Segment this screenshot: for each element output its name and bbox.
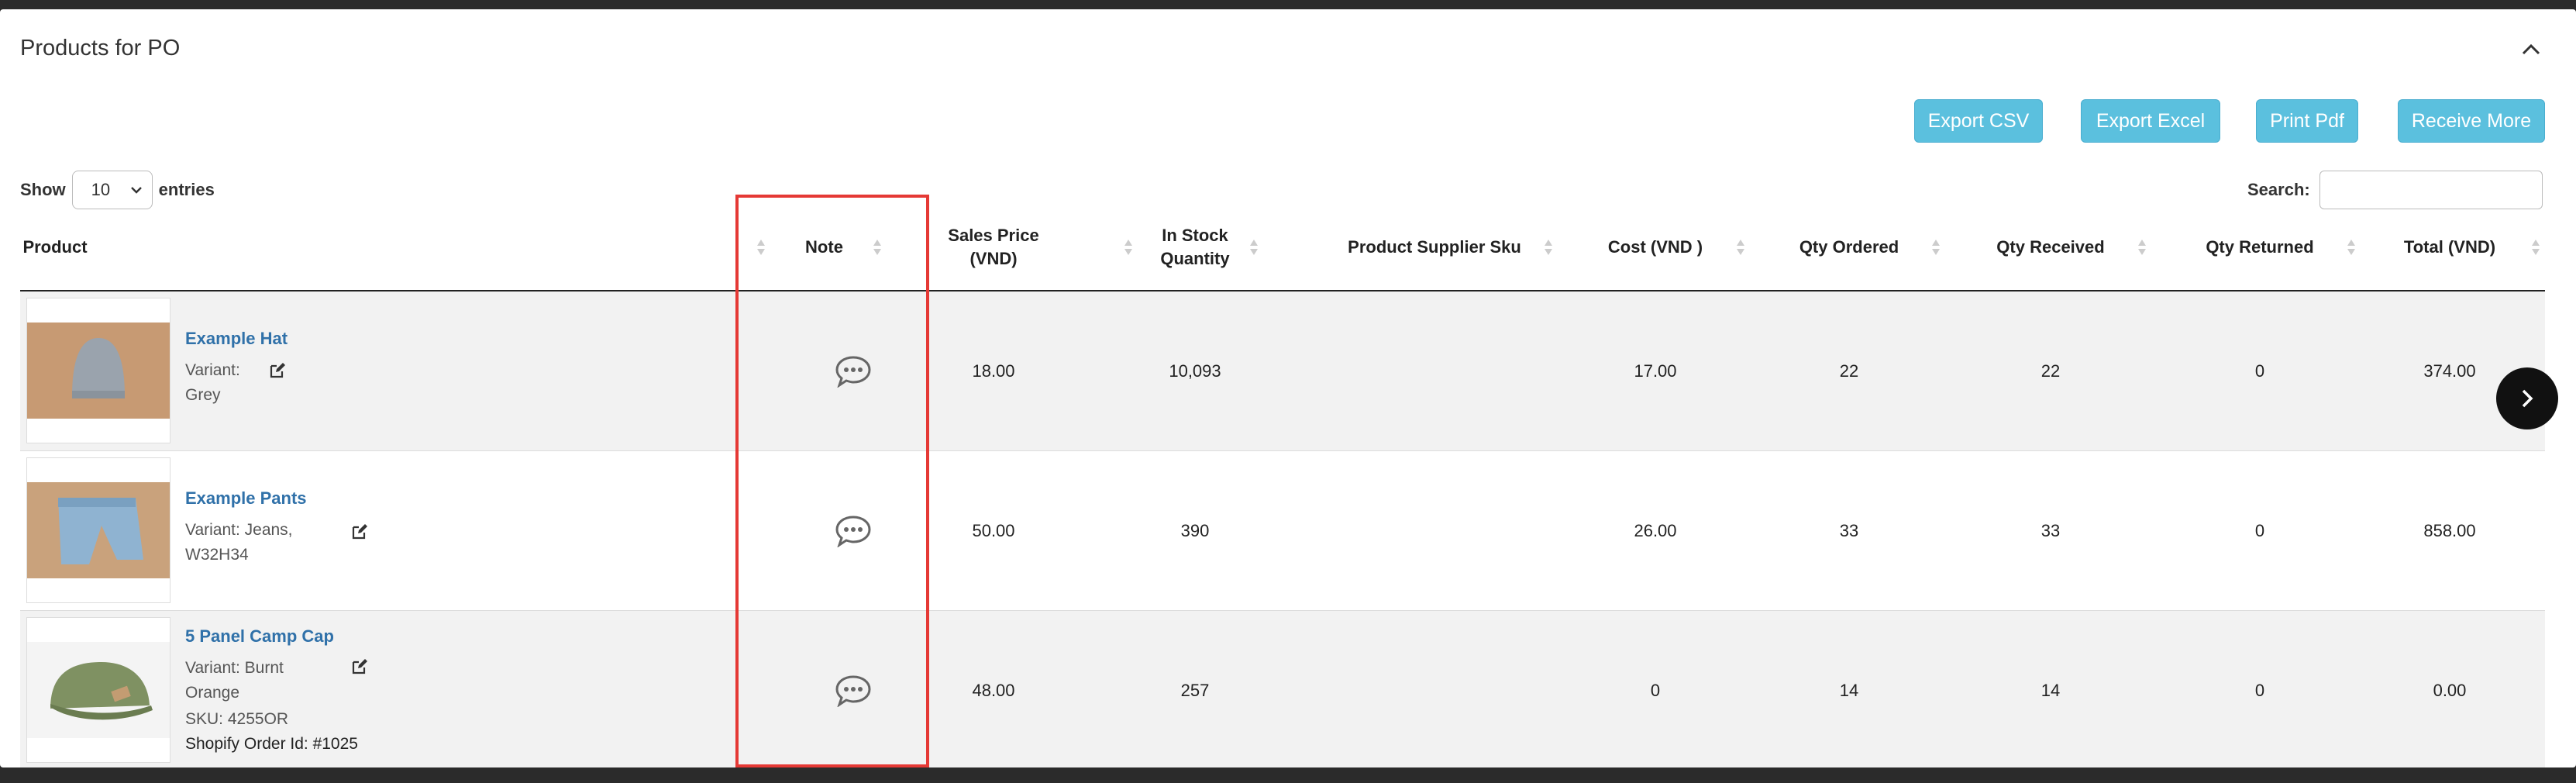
product-thumbnail xyxy=(26,617,170,763)
col-product[interactable]: Product xyxy=(20,205,90,290)
edit-icon[interactable] xyxy=(268,361,287,380)
col-note[interactable]: Note xyxy=(795,205,853,290)
col-cost[interactable]: Cost (VND ) xyxy=(1570,205,1741,290)
qty-received-cell: 22 xyxy=(2040,361,2061,381)
product-variant-line1: Variant: xyxy=(185,361,240,379)
sort-icon[interactable] xyxy=(2137,205,2147,290)
panel-title: Products for PO xyxy=(20,36,181,60)
chat-icon[interactable] xyxy=(835,515,872,547)
col-qty-received[interactable]: Qty Received xyxy=(1965,205,2136,290)
sort-icon[interactable] xyxy=(1124,205,1133,290)
entries-select-value: 10 xyxy=(91,180,111,199)
cost-cell: 0 xyxy=(1650,681,1661,700)
product-variant-line2: W32H34 xyxy=(185,546,249,564)
table-row: 5 Panel Camp Cap Variant: Burnt Orange S… xyxy=(20,611,2545,767)
col-sales-price-line1: Sales Price xyxy=(948,226,1039,245)
pants-image xyxy=(27,482,170,578)
col-total[interactable]: Total (VND) xyxy=(2384,205,2516,290)
col-in-stock-line1: In Stock xyxy=(1162,226,1228,245)
sort-icon[interactable] xyxy=(2347,205,2356,290)
sales-price-cell: 18.00 xyxy=(972,361,1015,381)
cost-cell: 26.00 xyxy=(1634,521,1677,540)
product-variant-line1: Variant: Jeans, xyxy=(185,521,293,539)
product-variant-line2: Orange xyxy=(185,684,240,702)
entries-label: entries xyxy=(158,180,215,199)
qty-ordered-cell: 22 xyxy=(1839,361,1859,381)
product-name-link[interactable]: 5 Panel Camp Cap xyxy=(185,626,334,647)
product-name-link[interactable]: Example Hat xyxy=(185,329,288,349)
sales-price-cell: 48.00 xyxy=(972,681,1015,700)
qty-ordered-cell: 14 xyxy=(1839,681,1859,700)
product-thumbnail xyxy=(26,298,170,443)
table-row: Example Hat Variant: Grey 18.00 10,093 1… xyxy=(20,291,2545,451)
in-stock-cell: 390 xyxy=(1180,521,1210,540)
col-sales-price[interactable]: Sales Price (VND) xyxy=(935,205,1052,290)
shopify-order-id: Shopify Order Id: #1025 xyxy=(185,735,358,753)
entries-select[interactable]: 10 xyxy=(71,171,153,209)
col-sales-price-line2: (VND) xyxy=(969,249,1018,268)
receive-more-button[interactable]: Receive More xyxy=(2398,99,2545,143)
edit-icon[interactable] xyxy=(350,657,369,676)
product-sku: SKU: 4255OR xyxy=(185,710,289,728)
col-in-stock-line2: Quantity xyxy=(1160,249,1230,268)
sort-icon[interactable] xyxy=(756,205,766,290)
supplier-sku-cell xyxy=(1307,291,1562,451)
print-pdf-button[interactable]: Print Pdf xyxy=(2256,99,2358,143)
col-qty-ordered[interactable]: Qty Ordered xyxy=(1764,205,1934,290)
supplier-sku-cell xyxy=(1307,611,1562,767)
qty-ordered-cell: 33 xyxy=(1839,521,1859,540)
sort-icon[interactable] xyxy=(1544,205,1553,290)
note-cell xyxy=(795,611,911,767)
in-stock-cell: 10,093 xyxy=(1169,361,1221,381)
chevron-right-icon xyxy=(2522,389,2533,408)
scroll-right-button[interactable] xyxy=(2496,367,2558,429)
product-variant-line1: Variant: Burnt xyxy=(185,659,284,677)
sort-icon[interactable] xyxy=(873,205,882,290)
supplier-sku-cell xyxy=(1307,451,1562,611)
qty-returned-cell: 0 xyxy=(2254,521,2265,540)
chat-icon[interactable] xyxy=(835,355,872,388)
sort-icon[interactable] xyxy=(1931,205,1941,290)
col-in-stock[interactable]: In Stock Quantity xyxy=(1152,205,1238,290)
sort-icon[interactable] xyxy=(2531,205,2540,290)
show-label: Show xyxy=(20,180,66,199)
chevron-up-icon xyxy=(2522,43,2540,55)
product-name-link[interactable]: Example Pants xyxy=(185,488,307,509)
edit-icon[interactable] xyxy=(350,523,369,541)
in-stock-cell: 257 xyxy=(1180,681,1210,700)
total-cell: 858.00 xyxy=(2423,521,2476,540)
hat-image xyxy=(27,323,170,419)
search-label: Search: xyxy=(2247,180,2310,199)
table-header: Product Note Sales Price (VND) In Stock … xyxy=(20,205,2545,291)
total-cell: 0.00 xyxy=(2433,681,2467,700)
collapse-button[interactable] xyxy=(2517,36,2545,64)
export-excel-button[interactable]: Export Excel xyxy=(2081,99,2220,143)
product-thumbnail xyxy=(26,457,170,603)
export-csv-button[interactable]: Export CSV xyxy=(1914,99,2043,143)
col-supplier-sku[interactable]: Product Supplier Sku xyxy=(1307,205,1562,290)
sales-price-cell: 50.00 xyxy=(972,521,1015,540)
product-variant-line2: Grey xyxy=(185,386,221,404)
chat-icon[interactable] xyxy=(835,674,872,707)
search-input[interactable] xyxy=(2319,171,2543,209)
sort-icon[interactable] xyxy=(1249,205,1259,290)
total-cell: 374.00 xyxy=(2423,361,2476,381)
col-qty-returned[interactable]: Qty Returned xyxy=(2167,205,2353,290)
table-row: Example Pants Variant: Jeans, W32H34 50.… xyxy=(20,451,2545,611)
note-cell xyxy=(795,291,911,451)
cost-cell: 17.00 xyxy=(1634,361,1677,381)
chevron-down-icon xyxy=(130,187,142,194)
sort-icon[interactable] xyxy=(1736,205,1745,290)
qty-received-cell: 14 xyxy=(2040,681,2061,700)
note-cell xyxy=(795,451,911,611)
products-panel: Products for PO Export CSV Export Excel … xyxy=(0,9,2576,767)
cap-image xyxy=(27,642,170,738)
qty-returned-cell: 0 xyxy=(2254,361,2265,381)
qty-returned-cell: 0 xyxy=(2254,681,2265,700)
qty-received-cell: 33 xyxy=(2040,521,2061,540)
